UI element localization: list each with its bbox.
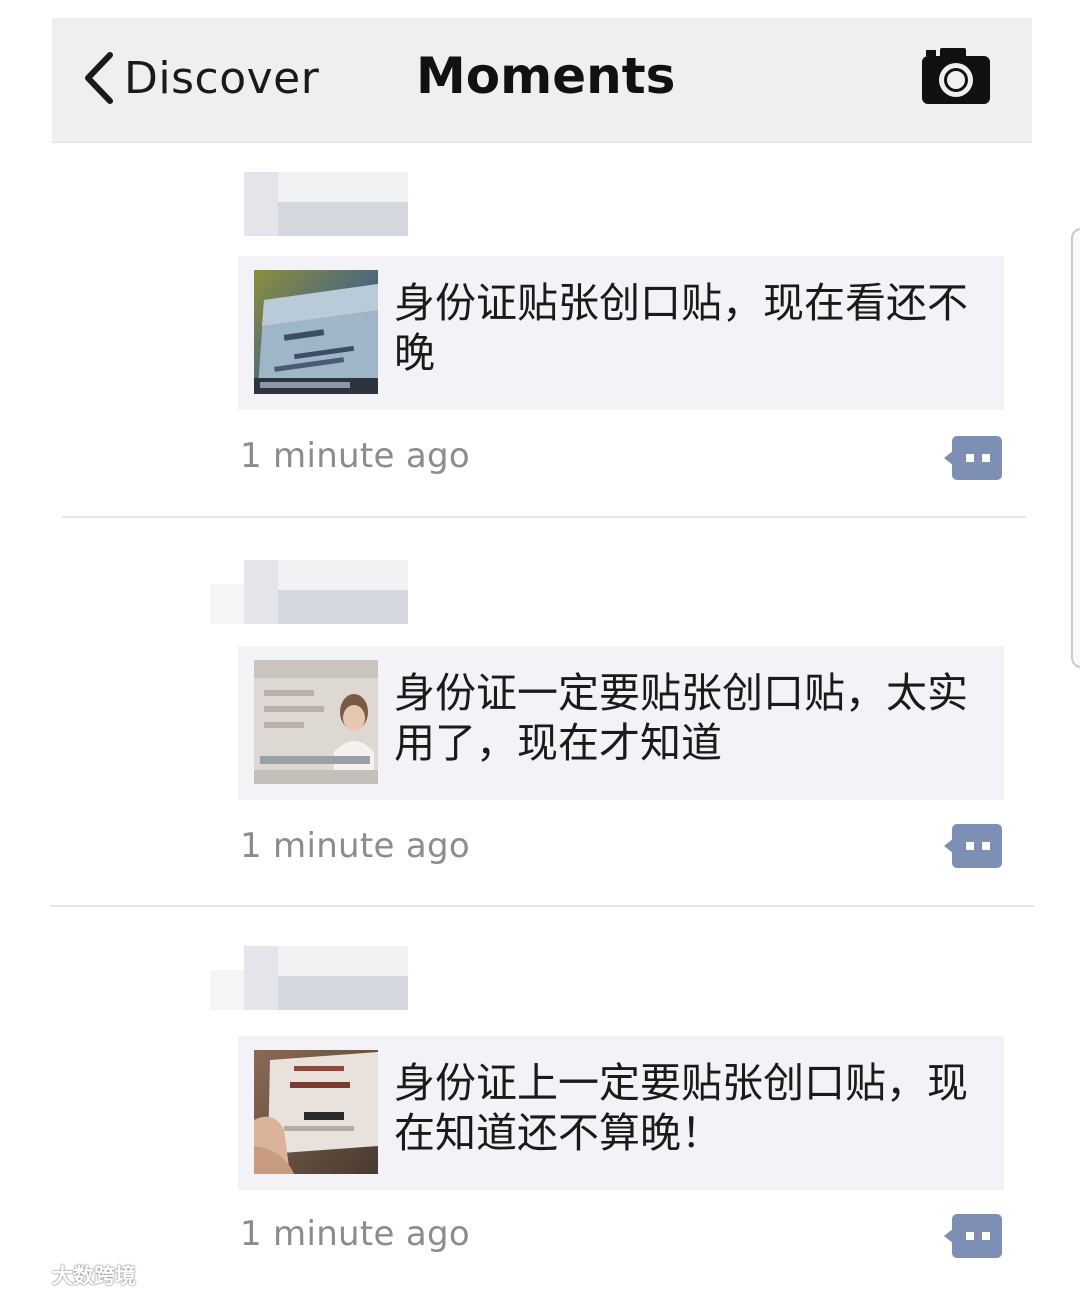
comment-button[interactable] bbox=[944, 436, 1002, 480]
comment-icon bbox=[944, 1214, 1002, 1262]
comment-button[interactable] bbox=[944, 824, 1002, 868]
scroll-indicator[interactable] bbox=[1071, 228, 1080, 668]
comment-icon bbox=[944, 824, 1002, 872]
back-button[interactable]: Discover bbox=[82, 46, 319, 110]
timestamp: 1 minute ago bbox=[240, 436, 470, 476]
camera-icon bbox=[920, 48, 992, 110]
link-title: 身份证上一定要贴张创口贴，现在知道还不算晚！ bbox=[394, 1059, 968, 1157]
link-title: 身份证贴张创口贴，现在看还不晚 bbox=[394, 279, 968, 377]
blurred-username bbox=[244, 172, 408, 236]
watermark: 大数跨境 bbox=[8, 1260, 136, 1290]
divider bbox=[50, 905, 1034, 907]
shared-link-card[interactable]: 身份证上一定要贴张创口贴，现在知道还不算晚！ bbox=[238, 1036, 1004, 1190]
navigation-bar: Discover Moments bbox=[52, 18, 1032, 143]
link-title: 身份证一定要贴张创口贴，太实用了，现在才知道 bbox=[394, 669, 968, 767]
link-thumbnail bbox=[254, 1050, 378, 1174]
timestamp: 1 minute ago bbox=[240, 1214, 470, 1254]
back-label: Discover bbox=[124, 52, 320, 104]
camera-button[interactable] bbox=[920, 46, 992, 106]
comment-button[interactable] bbox=[944, 1214, 1002, 1258]
comment-icon bbox=[944, 436, 1002, 484]
watermark-text: 大数跨境 bbox=[52, 1264, 136, 1288]
blurred-username bbox=[210, 946, 408, 1010]
watermark-logo-icon bbox=[8, 1260, 48, 1290]
page-title: Moments bbox=[416, 47, 676, 105]
link-thumbnail bbox=[254, 660, 378, 784]
link-thumbnail bbox=[254, 270, 378, 394]
chevron-left-icon bbox=[82, 51, 116, 105]
shared-link-card[interactable]: 身份证一定要贴张创口贴，太实用了，现在才知道 bbox=[238, 646, 1004, 800]
divider bbox=[62, 516, 1026, 518]
blurred-username bbox=[210, 560, 408, 624]
timestamp: 1 minute ago bbox=[240, 826, 470, 866]
shared-link-card[interactable]: 身份证贴张创口贴，现在看还不晚 bbox=[238, 256, 1004, 410]
